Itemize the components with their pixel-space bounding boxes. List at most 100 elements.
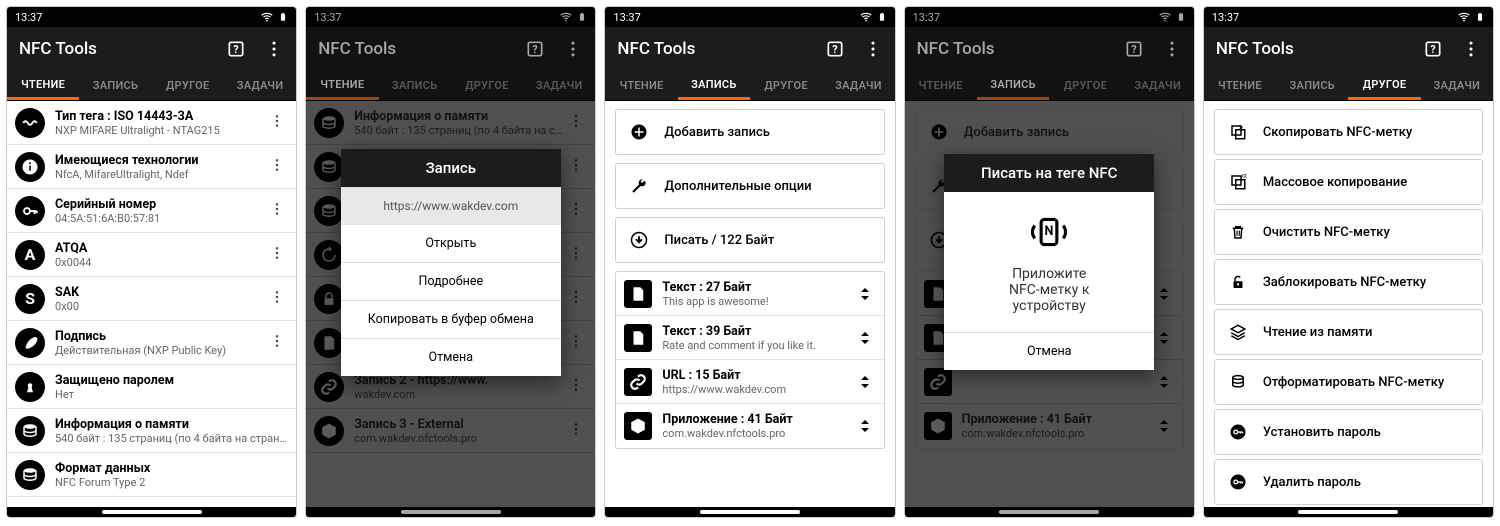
read-list: Тип тега : ISO 14443-3ANXP MIFARE Ultral… [7, 101, 296, 507]
record-row[interactable]: Текст : 39 БайтRate and comment if you l… [616, 316, 883, 360]
row-title: SAK [55, 285, 266, 300]
reorder-handle[interactable] [854, 374, 876, 390]
row-subtitle: 0x0044 [55, 256, 266, 269]
record-row[interactable]: URL : 15 Байтhttps://www.wakdev.com [616, 360, 883, 404]
overflow-menu-icon[interactable] [863, 39, 883, 59]
tab-read[interactable]: ЧТЕНИЕ [1204, 71, 1276, 100]
other-action-lockopen[interactable]: Заблокировать NFC-метку [1215, 260, 1482, 304]
record-row[interactable]: Текст : 27 БайтThis app is awesome! [616, 272, 883, 316]
help-icon[interactable] [825, 39, 845, 59]
info-row[interactable]: ПодписьДействительная (NXP Public Key) [7, 321, 296, 365]
item-menu-button[interactable] [266, 201, 288, 220]
phone-screen-1: 13:37 NFC Tools ЧТЕНИЕ ЗАПИСЬ ДРУГОЕ ЗАД… [6, 6, 297, 518]
info-row[interactable]: Тип тега : ISO 14443-3ANXP MIFARE Ultral… [7, 101, 296, 145]
status-bar: 13:37 [605, 7, 894, 27]
reorder-handle[interactable] [854, 286, 876, 302]
other-action-copy[interactable]: Скопировать NFC-метку [1215, 110, 1482, 154]
overflow-menu-icon[interactable] [1461, 39, 1481, 59]
tab-tasks[interactable]: ЗАДАЧИ [1421, 71, 1493, 100]
key-icon [15, 196, 45, 226]
item-menu-button[interactable] [266, 113, 288, 132]
row-subtitle: NXP MIFARE Ultralight - NTAG215 [55, 124, 266, 137]
layers-icon [1223, 317, 1253, 347]
other-action-copyinf[interactable]: Массовое копирование [1215, 160, 1482, 204]
reorder-handle[interactable] [854, 330, 876, 346]
trash-icon [1223, 217, 1253, 247]
nfc-dialog-body: Приложите NFC-метку к устройству [962, 266, 1136, 314]
dialog-cancel-button[interactable]: Отмена [341, 338, 561, 376]
other-action-keyround[interactable]: Установить пароль [1215, 410, 1482, 454]
action-down[interactable]: Писать / 122 Байт [616, 218, 883, 262]
info-row[interactable]: Имеющиеся технологииNfcA, MifareUltralig… [7, 145, 296, 189]
row-subtitle: 540 байт : 135 страниц (по 4 байта на ст… [55, 432, 288, 445]
dialog-copy-button[interactable]: Копировать в буфер обмена [341, 300, 561, 338]
db-icon [15, 460, 45, 490]
info-row[interactable]: Информация о памяти540 байт : 135 страни… [7, 409, 296, 453]
other-action-trash[interactable]: Очистить NFC-метку [1215, 210, 1482, 254]
row-title: Формат данных [55, 461, 288, 476]
tab-tasks[interactable]: ЗАДАЧИ [822, 71, 894, 100]
row-title: Тип тега : ISO 14443-3A [55, 109, 266, 124]
tab-other[interactable]: ДРУГОЕ [152, 71, 224, 100]
nfc-dialog-cancel-button[interactable]: Отмена [944, 332, 1154, 370]
row-title: Информация о памяти [55, 417, 288, 432]
dialog-overlay[interactable]: Запись https://www.wakdev.com Открыть По… [306, 7, 595, 517]
other-action-keyround[interactable]: Удалить пароль [1215, 460, 1482, 504]
keyhole-icon [15, 372, 45, 402]
info-row[interactable]: SSAK0x00 [7, 277, 296, 321]
dialog-open-button[interactable]: Открыть [341, 224, 561, 262]
copy-icon [1223, 117, 1253, 147]
item-menu-button[interactable] [266, 157, 288, 176]
tab-read[interactable]: ЧТЕНИЕ [605, 71, 677, 100]
info-icon [15, 152, 45, 182]
row-title: Подпись [55, 329, 266, 344]
nfc-overlay[interactable]: Писать на теге NFC Приложите NFC-метку к… [905, 7, 1194, 517]
box-icon [624, 412, 652, 440]
help-icon[interactable] [1423, 39, 1443, 59]
tab-bar: ЧТЕНИЕ ЗАПИСЬ ДРУГОЕ ЗАДАЧИ [605, 71, 894, 101]
record-row[interactable]: Приложение : 41 Байтcom.wakdev.nfctools.… [616, 404, 883, 448]
dialog-url: https://www.wakdev.com [341, 187, 561, 224]
item-menu-button[interactable] [266, 289, 288, 308]
keyround-icon [1223, 467, 1253, 497]
item-menu-button[interactable] [266, 333, 288, 352]
app-title: NFC Tools [19, 39, 97, 59]
row-title: Защищено паролем [55, 373, 288, 388]
info-row[interactable]: Защищено паролемНет [7, 365, 296, 409]
reorder-handle[interactable] [854, 418, 876, 434]
row-title: ATQA [55, 241, 266, 256]
info-row[interactable]: Серийный номер04:5A:51:6A:B0:57:81 [7, 189, 296, 233]
info-row[interactable]: Формат данныхNFC Forum Type 2 [7, 453, 296, 497]
overflow-menu-icon[interactable] [264, 39, 284, 59]
tab-read[interactable]: ЧТЕНИЕ [7, 71, 79, 100]
app-bar: NFC Tools [605, 27, 894, 71]
nav-bar [605, 507, 894, 517]
item-menu-button[interactable] [266, 245, 288, 264]
status-bar: 13:37 [1204, 7, 1493, 27]
tab-other[interactable]: ДРУГОЕ [750, 71, 822, 100]
action-wrench[interactable]: Дополнительные опции [616, 164, 883, 208]
copyinf-icon [1223, 167, 1253, 197]
info-row[interactable]: AATQA0x0044 [7, 233, 296, 277]
action-plus[interactable]: Добавить запись [616, 110, 883, 154]
lockopen-icon [1223, 267, 1253, 297]
other-action-dbline[interactable]: Отформатировать NFC-метку [1215, 360, 1482, 404]
help-icon[interactable] [226, 39, 246, 59]
tab-bar: ЧТЕНИЕ ЗАПИСЬ ДРУГОЕ ЗАДАЧИ [1204, 71, 1493, 101]
feather-icon [15, 328, 45, 358]
other-action-layers[interactable]: Чтение из памяти [1215, 310, 1482, 354]
record-dialog: Запись https://www.wakdev.com Открыть По… [341, 149, 561, 376]
phone-screen-5: 13:37 NFC Tools ЧТЕНИЕ ЗАПИСЬ ДРУГОЕ ЗАД… [1203, 6, 1494, 518]
tab-write[interactable]: ЗАПИСЬ [1276, 71, 1348, 100]
dialog-details-button[interactable]: Подробнее [341, 262, 561, 300]
tab-other[interactable]: ДРУГОЕ [1348, 71, 1420, 100]
page-icon [624, 324, 652, 352]
tab-tasks[interactable]: ЗАДАЧИ [224, 71, 296, 100]
tab-write[interactable]: ЗАПИСЬ [79, 71, 151, 100]
dbline-icon [1223, 367, 1253, 397]
dialog-title: Запись [341, 149, 561, 187]
app-bar: NFC Tools [7, 27, 296, 71]
row-title: Серийный номер [55, 197, 266, 212]
tab-write[interactable]: ЗАПИСЬ [678, 71, 750, 100]
row-subtitle: NfcA, MifareUltralight, Ndef [55, 168, 266, 181]
